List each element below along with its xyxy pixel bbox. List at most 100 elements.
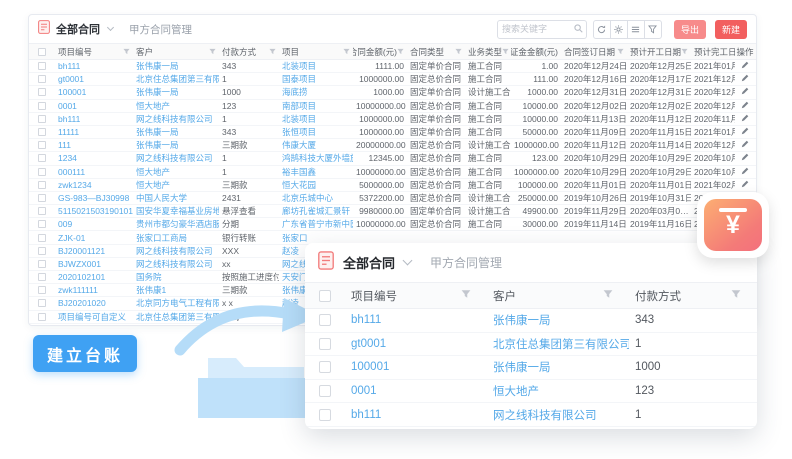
filter-button[interactable]	[644, 20, 662, 39]
cell-project[interactable]: 海底捞	[279, 86, 353, 98]
cell-project-code[interactable]: BJ20201020	[55, 298, 133, 308]
filter-funnel-icon[interactable]	[455, 47, 462, 57]
row-checkbox[interactable]	[38, 260, 46, 268]
cell-project-code[interactable]: 11111	[55, 127, 133, 137]
table-row[interactable]: zwk1234 恒大地产 三期款 恒大花园 5000000.00 固定总价合同 …	[29, 179, 756, 192]
cell-project[interactable]: 国泰项目	[279, 73, 353, 85]
row-checkbox[interactable]	[38, 194, 46, 202]
row-checkbox[interactable]	[38, 181, 46, 189]
cell-customer[interactable]: 张伟康一局	[133, 139, 219, 151]
table-row[interactable]: 000111 恒大地产 1 裕丰国鑫 10000000.00 固定总价合同 施工…	[29, 166, 756, 179]
cell-project-code[interactable]: 项目编号可自定义	[55, 311, 133, 323]
cell-customer[interactable]: 网之线科技有限公司	[133, 152, 219, 164]
filter-funnel-icon[interactable]	[209, 47, 216, 57]
cell-project-code[interactable]: zwk1234	[55, 180, 133, 190]
row-checkbox[interactable]	[319, 338, 331, 350]
filter-funnel-icon[interactable]	[681, 47, 688, 57]
cell-customer[interactable]: 网之线科技有限公司	[487, 407, 629, 423]
cell-project[interactable]: 裕丰国鑫	[279, 166, 353, 178]
cell-project-code[interactable]: 0001	[345, 385, 487, 397]
cell-project[interactable]: 张恒项目	[279, 126, 353, 138]
table-row[interactable]: 009 贵州市都匀豪华酒店服务有… 分期 广东省普宁市新中医医院… 100000…	[29, 218, 756, 231]
cell-project-code[interactable]: bh111	[345, 314, 487, 326]
refresh-button[interactable]	[593, 20, 611, 39]
row-checkbox[interactable]	[38, 128, 46, 136]
cell-project-code[interactable]: 000111	[55, 167, 133, 177]
cell-customer[interactable]: 恒大地产	[133, 179, 219, 191]
edit-pencil-icon[interactable]	[741, 74, 749, 84]
table-row[interactable]: bh111 网之线科技有限公司 1	[305, 403, 757, 427]
cell-project[interactable]: 恒大花园	[279, 179, 353, 191]
row-checkbox[interactable]	[38, 234, 46, 242]
cell-customer[interactable]: 北京住总集团第三有限公司	[487, 336, 629, 352]
cell-customer[interactable]: 恒大地产	[133, 100, 219, 112]
cell-project-code[interactable]: 0001	[55, 101, 133, 111]
cell-project-code[interactable]: 100001	[345, 361, 487, 373]
filter-funnel-icon[interactable]	[731, 289, 741, 302]
edit-pencil-icon[interactable]	[741, 114, 749, 124]
cell-project-code[interactable]: BJ20001121	[55, 246, 133, 256]
columns-menu-button[interactable]	[627, 20, 645, 39]
row-checkbox[interactable]	[319, 314, 331, 326]
chevron-down-icon[interactable]	[403, 256, 413, 266]
cell-project-code[interactable]: gt0001	[345, 338, 487, 350]
filter-funnel-icon[interactable]	[123, 47, 130, 57]
row-checkbox[interactable]	[38, 220, 46, 228]
cell-project-code[interactable]: bh111	[55, 114, 133, 124]
cell-customer[interactable]: 网之线科技有限公司	[133, 113, 219, 125]
cell-customer[interactable]: 网之线科技有限公司	[133, 258, 219, 270]
edit-pencil-icon[interactable]	[741, 180, 749, 190]
row-checkbox[interactable]	[38, 168, 46, 176]
table-row[interactable]: 111 张伟康一局 三期款 伟康大厦 20000000.00 固定总价合同 设计…	[29, 139, 756, 152]
table-row[interactable]: 0001 恒大地产 123	[305, 380, 757, 404]
cell-project-code[interactable]: zwk111111	[55, 285, 133, 295]
cell-project-code[interactable]: bh111	[55, 61, 133, 71]
table-row[interactable]: bh111 网之线科技有限公司 1 北装项目 1000000.00 固定单价合同…	[29, 113, 756, 126]
cell-project-code[interactable]: 009	[55, 219, 133, 229]
cell-customer[interactable]: 北京住总集团第三有限公司	[133, 73, 219, 85]
row-checkbox[interactable]	[319, 385, 331, 397]
row-checkbox[interactable]	[38, 88, 46, 96]
search-icon[interactable]	[574, 20, 583, 38]
edit-pencil-icon[interactable]	[741, 61, 749, 71]
cell-project[interactable]: 伟康大厦	[279, 139, 353, 151]
table-row[interactable]: 11111 张伟康一局 343 张恒项目 1000000.00 固定单价合同 施…	[29, 126, 756, 139]
cell-customer[interactable]: 中国人民大学	[133, 192, 219, 204]
cell-project[interactable]: 北装项目	[279, 60, 353, 72]
cell-project[interactable]: 张家口	[279, 232, 353, 244]
cell-customer[interactable]: 张伟康一局	[133, 126, 219, 138]
settings-gear-button[interactable]	[610, 20, 628, 39]
filter-funnel-icon[interactable]	[617, 47, 624, 57]
search-input[interactable]	[502, 24, 574, 34]
table-row[interactable]: bh111 张伟康一局 343	[305, 309, 757, 333]
edit-pencil-icon[interactable]	[741, 87, 749, 97]
export-button[interactable]: 导出	[674, 20, 706, 39]
row-checkbox[interactable]	[38, 62, 46, 70]
chevron-down-icon[interactable]	[107, 24, 114, 31]
cell-customer[interactable]: 张伟康一局	[487, 312, 629, 328]
row-checkbox[interactable]	[38, 247, 46, 255]
cell-customer[interactable]: 张伟康一局	[133, 60, 219, 72]
cell-customer[interactable]: 张家口工商局	[133, 232, 219, 244]
filter-funnel-icon[interactable]	[397, 47, 404, 57]
cell-customer[interactable]: 贵州市都匀豪华酒店服务有…	[133, 218, 219, 230]
table-row[interactable]: GS-983—BJ30998 中国人民大学 2431 北京乐城中心 537220…	[29, 192, 756, 205]
table-row[interactable]: 100001 张伟康一局 1000 海底捞 1000.00 固定单价合同 设计施…	[29, 86, 756, 99]
row-checkbox[interactable]	[38, 115, 46, 123]
cell-customer[interactable]: 国安华夏幸福基业房地产…	[133, 205, 219, 217]
cell-customer[interactable]: 张伟康一局	[487, 359, 629, 375]
filter-funnel-icon[interactable]	[502, 47, 509, 57]
row-checkbox[interactable]	[38, 154, 46, 162]
table-row[interactable]: 100001 张伟康一局 1000	[305, 356, 757, 380]
table-row[interactable]: gt0001 北京住总集团第三有限公司 1 国泰项目 1000000.00 固定…	[29, 73, 756, 86]
row-checkbox[interactable]	[38, 299, 46, 307]
table-row[interactable]: 1234 网之线科技有限公司 1 鸿鹄科技大厦外墙施工项目 12345.00 固…	[29, 152, 756, 165]
filter-funnel-icon[interactable]	[461, 289, 471, 302]
table-row[interactable]: bh111 张伟康一局 343 北装项目 1111.00 固定单价合同 施工合同…	[29, 60, 756, 73]
cell-customer[interactable]: 国务院	[133, 271, 219, 283]
cell-project-code[interactable]: gt0001	[55, 74, 133, 84]
cell-customer[interactable]: 网之线科技有限公司	[133, 245, 219, 257]
select-all-checkbox[interactable]	[38, 48, 46, 56]
row-checkbox[interactable]	[38, 273, 46, 281]
select-all-checkbox[interactable]	[319, 290, 331, 302]
